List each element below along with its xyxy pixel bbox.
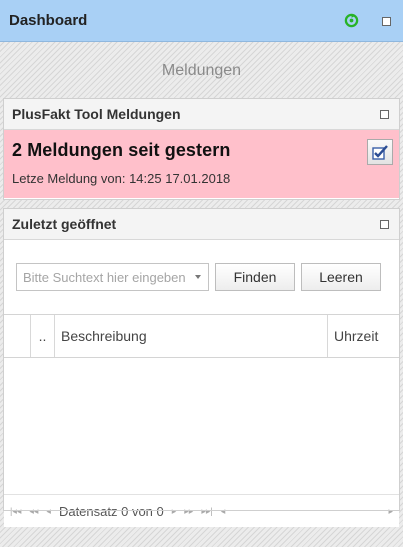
grid-header: .. Beschreibung Uhrzeit	[4, 314, 399, 358]
refresh-icon[interactable]	[344, 13, 359, 28]
maximize-icon[interactable]	[380, 110, 389, 119]
alert-headline: 2 Meldungen seit gestern	[12, 140, 231, 160]
acknowledge-button[interactable]	[367, 139, 393, 165]
chevron-down-icon[interactable]	[195, 275, 201, 279]
find-button[interactable]: Finden	[215, 263, 295, 291]
alert-last-message: Letze Meldung von: 14:25 17.01.2018	[12, 171, 231, 186]
plusfakt-panel-title: PlusFakt Tool Meldungen	[12, 106, 181, 122]
plusfakt-panel-header: PlusFakt Tool Meldungen	[4, 99, 399, 130]
search-input[interactable]	[17, 264, 187, 290]
search-bar: Finden Leeren	[4, 240, 399, 314]
clear-button[interactable]: Leeren	[301, 263, 381, 291]
recent-panel-header: Zuletzt geöffnet	[4, 209, 399, 240]
recent-panel-title: Zuletzt geöffnet	[12, 216, 117, 232]
maximize-icon[interactable]	[380, 220, 389, 229]
maximize-icon[interactable]	[382, 17, 391, 26]
grid-column-header[interactable]: Uhrzeit	[328, 315, 399, 357]
recent-panel: Zuletzt geöffnet Finden Leeren .. Beschr…	[3, 208, 400, 527]
search-combobox[interactable]	[16, 263, 209, 291]
footer-divider	[3, 510, 400, 524]
grid-body	[4, 358, 399, 494]
grid-indicator-column	[4, 315, 31, 357]
plusfakt-panel: PlusFakt Tool Meldungen 2 Meldungen seit…	[3, 98, 400, 200]
checkbox-check-icon	[372, 145, 388, 160]
alert-banner: 2 Meldungen seit gestern Letze Meldung v…	[4, 130, 399, 198]
dashboard-title: Dashboard	[9, 12, 88, 29]
dashboard-header: Dashboard	[0, 0, 403, 42]
grid-column-header[interactable]: ..	[31, 315, 55, 357]
grid-column-header[interactable]: Beschreibung	[55, 315, 328, 357]
section-title: Meldungen	[161, 62, 242, 79]
